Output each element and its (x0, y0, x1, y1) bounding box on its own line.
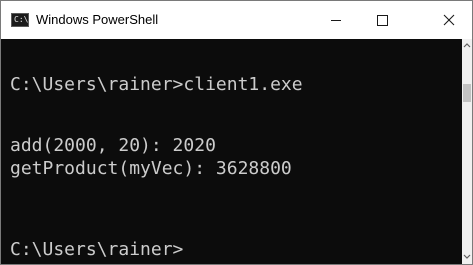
title-bar[interactable]: C:\ Windows PowerShell (1, 1, 472, 39)
maximize-button[interactable] (359, 1, 405, 39)
scroll-up-arrow-icon[interactable] (463, 41, 471, 49)
console-line-add-result: add(2000, 20): 2020 (10, 135, 216, 156)
close-button[interactable] (426, 1, 472, 39)
icon-prompt-glyph: C:\ (14, 15, 29, 24)
scrollbar-thumb[interactable] (463, 84, 471, 102)
powershell-console-icon[interactable]: C:\ (11, 13, 29, 27)
powershell-window: C:\ Windows PowerShell C:\Users\rainer>c… (0, 0, 473, 265)
vertical-scrollbar[interactable] (462, 39, 472, 264)
console-line-command: C:\Users\rainer>client1.exe (10, 74, 303, 95)
window-title: Windows PowerShell (36, 12, 159, 27)
scroll-down-arrow-icon[interactable] (463, 253, 471, 261)
console-line-prompt: C:\Users\rainer> (10, 239, 184, 260)
close-icon (443, 14, 455, 26)
console-output[interactable]: C:\Users\rainer>client1.exe add(2000, 20… (1, 39, 462, 264)
minimize-button[interactable] (313, 1, 359, 39)
maximize-icon (377, 15, 388, 26)
console-line-product-result: getProduct(myVec): 3628800 (10, 158, 292, 179)
minimize-icon (331, 20, 341, 21)
